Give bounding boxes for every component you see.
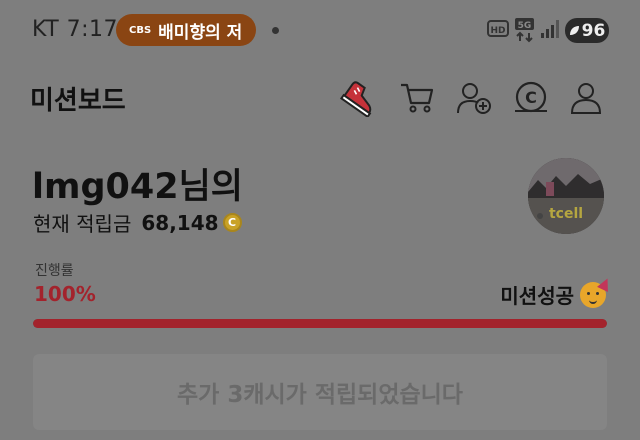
points-label: 현재 적립금	[33, 212, 132, 236]
cart-icon[interactable]	[395, 76, 439, 120]
battery-indicator: 96	[565, 18, 609, 43]
battery-leaf-icon	[569, 21, 580, 41]
profile-icon[interactable]	[564, 76, 608, 120]
add-friend-icon[interactable]	[452, 76, 496, 120]
coin-icon: C	[222, 213, 242, 232]
app-header: 미션보드 C	[0, 60, 640, 132]
points-value: 68,148	[141, 210, 219, 235]
sneaker-icon[interactable]	[338, 76, 382, 120]
carrier-time: KT 7:17	[32, 17, 119, 42]
notification-dot-icon	[272, 27, 279, 34]
svg-text:C: C	[525, 88, 537, 107]
mission-status: 미션성공	[500, 275, 613, 309]
svg-text:5G: 5G	[518, 21, 532, 31]
progress-bar	[33, 319, 607, 328]
reward-notice-button[interactable]: 추가 3캐시가 적립되었습니다	[33, 354, 607, 430]
progress-label: 진행률	[35, 263, 74, 279]
party-hat-icon	[597, 275, 613, 292]
media-source: CBS	[129, 24, 152, 36]
avatar[interactable]: tcell	[528, 158, 604, 234]
signal-icon	[540, 18, 560, 44]
cash-coin-icon[interactable]: C	[509, 76, 553, 120]
progress-value: 100%	[34, 282, 96, 306]
5g-data-icon: 5G	[514, 18, 536, 48]
points-row: 현재 적립금 68,148 C	[33, 208, 242, 237]
media-notification-pill[interactable]: CBS 배미향의 저	[116, 14, 256, 46]
svg-text:tcell: tcell	[549, 206, 583, 222]
party-face-icon	[580, 275, 613, 308]
page-title: 미션보드	[30, 86, 126, 116]
reward-notice-text: 추가 3캐시가 적립되었습니다	[177, 382, 463, 408]
hd-voice-icon: HD	[487, 18, 509, 44]
status-bar: KT 7:17 CBS 배미향의 저 HD 5G 96	[0, 0, 640, 58]
mission-status-text: 미션성공	[500, 284, 574, 308]
battery-percent: 96	[581, 20, 606, 41]
media-title: 배미향의 저	[158, 22, 243, 43]
svg-text:HD: HD	[490, 26, 505, 36]
progress-bar-fill	[33, 319, 607, 328]
user-greeting: lmg042님의	[32, 167, 243, 207]
